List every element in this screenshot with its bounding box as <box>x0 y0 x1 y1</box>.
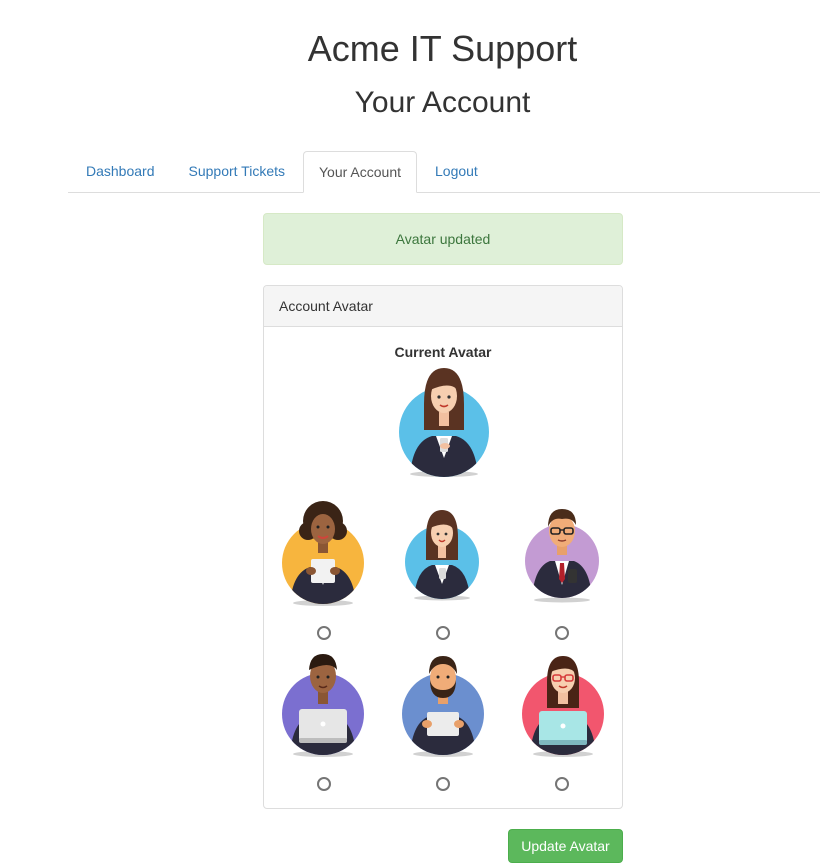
current-avatar-image <box>399 368 489 477</box>
avatar-option-2-image <box>405 510 479 601</box>
avatar-option-5-image <box>402 656 484 757</box>
page-title: Your Account <box>354 86 531 119</box>
success-alert: Avatar updated <box>263 213 623 265</box>
update-avatar-button[interactable]: Update Avatar <box>508 829 623 863</box>
nav-tabs: Dashboard Support Tickets Your Account L… <box>68 151 820 193</box>
avatar-option-3-image <box>525 509 599 603</box>
page: Acme IT Support Your Account Dashboard S… <box>0 0 835 865</box>
alert-message: Avatar updated <box>395 231 491 247</box>
avatar-option-3-radio[interactable] <box>555 626 569 640</box>
avatar-option-4-radio[interactable] <box>317 777 331 791</box>
avatar-option-6-radio[interactable] <box>555 777 569 791</box>
tab-support-tickets[interactable]: Support Tickets <box>173 151 302 191</box>
avatar-option-6-image <box>522 656 604 757</box>
avatar-panel: Account Avatar Current Avatar <box>263 285 623 809</box>
avatar-option-1-radio[interactable] <box>317 626 331 640</box>
site-title: Acme IT Support <box>307 28 578 69</box>
tab-dashboard[interactable]: Dashboard <box>70 151 171 191</box>
current-avatar-label: Current Avatar <box>394 344 492 360</box>
avatar-option-4-image <box>282 654 364 757</box>
panel-heading-label: Account Avatar <box>279 298 373 314</box>
avatar-option-5-radio[interactable] <box>436 777 450 791</box>
avatar-option-1-image <box>282 501 364 606</box>
tab-logout[interactable]: Logout <box>419 151 494 191</box>
avatar-option-2-radio[interactable] <box>436 626 450 640</box>
panel-heading: Account Avatar <box>264 286 622 327</box>
tab-your-account[interactable]: Your Account <box>303 151 417 193</box>
